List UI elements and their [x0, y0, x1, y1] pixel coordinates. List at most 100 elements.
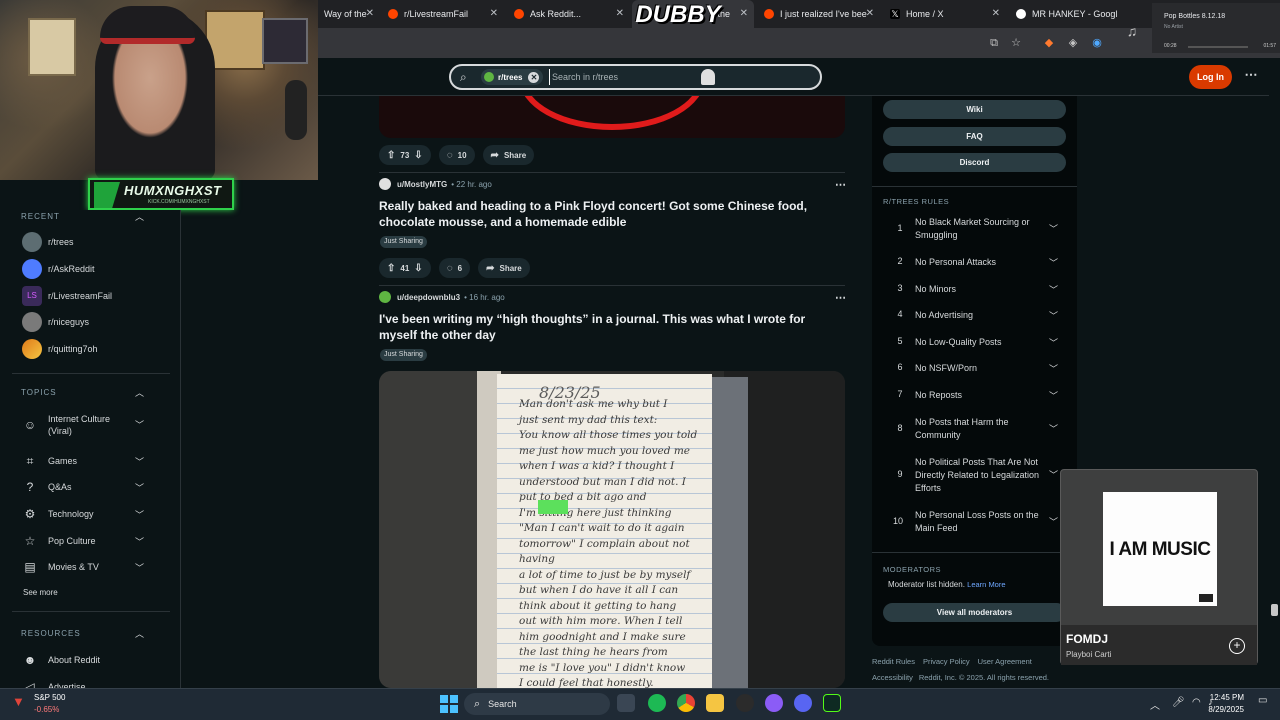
sidebar-item-movies-tv[interactable]: ▤ Movies & TV ﹀ [22, 559, 172, 575]
chevron-down-icon[interactable]: ﹀ [1049, 336, 1058, 349]
chrome-icon[interactable] [677, 694, 695, 712]
kick-icon[interactable] [823, 694, 841, 712]
view-all-moderators-button[interactable]: View all moderators [883, 603, 1066, 622]
install-app-icon[interactable]: ⧉ [987, 36, 1001, 50]
upvote-icon[interactable]: ⇧ [387, 150, 395, 161]
sidebar-item-pop-culture[interactable]: ☆ Pop Culture ﹀ [22, 533, 172, 549]
chevron-down-icon[interactable]: ﹀ [135, 481, 144, 494]
post-image[interactable] [379, 96, 845, 138]
sidebar-item-about-reddit[interactable]: ☻ About Reddit [22, 652, 172, 668]
chevron-up-icon[interactable]: ︿ [135, 627, 145, 640]
resources-section-header[interactable]: RESOURCES ︿ [21, 629, 144, 639]
comments-button[interactable]: ◌ 6 [438, 258, 471, 278]
user-avatar[interactable] [379, 178, 391, 190]
scrollbar[interactable] [1269, 58, 1280, 688]
chevron-down-icon[interactable]: ﹀ [1049, 222, 1058, 235]
footer-link[interactable]: Reddit Rules [872, 657, 915, 666]
close-icon[interactable]: ✕ [616, 8, 624, 19]
sidebar-item-quitting7oh[interactable]: r/quitting7oh [22, 339, 172, 359]
chevron-down-icon[interactable]: ﹀ [1049, 468, 1058, 481]
community-chip[interactable]: r/trees ✕ [481, 69, 544, 85]
post-author[interactable]: u/deepdownblu3 [397, 293, 460, 302]
post-title[interactable]: I've been writing my “high thoughts” in … [379, 311, 839, 343]
comments-button[interactable]: ◌ 10 [438, 145, 475, 165]
learn-more-link[interactable]: Learn More [967, 580, 1005, 589]
topics-section-header[interactable]: TOPICS ︿ [21, 388, 144, 398]
chevron-down-icon[interactable]: ﹀ [1049, 283, 1058, 296]
scrollbar-thumb[interactable] [1271, 604, 1278, 616]
upvote-icon[interactable]: ⇧ [387, 263, 395, 274]
rule-item[interactable]: 8 No Posts that Harm the Community ﹀ [883, 416, 1063, 444]
stock-widget[interactable]: ▼ S&P 500 -0.65% [8, 690, 88, 718]
post-image[interactable]: 8/23/25 Man don't ask me why but I just … [379, 371, 845, 688]
post-flair[interactable]: Just Sharing [380, 236, 427, 248]
file-explorer-icon[interactable] [617, 694, 635, 712]
sidebar-item-niceguys[interactable]: r/niceguys [22, 312, 172, 332]
footer-link[interactable]: User Agreement [978, 657, 1032, 666]
extension-icon[interactable]: ◈ [1066, 36, 1080, 50]
sidebar-item-livestreamfail[interactable]: LS r/LivestreamFail [22, 286, 172, 306]
chevron-up-icon[interactable]: ︿ [135, 386, 145, 399]
chevron-down-icon[interactable]: ﹀ [135, 419, 144, 431]
search-input[interactable] [549, 69, 699, 85]
taskbar-search[interactable]: ⌕ Search [464, 693, 610, 715]
chevron-down-icon[interactable]: ﹀ [135, 535, 144, 548]
post-flair[interactable]: Just Sharing [380, 349, 427, 361]
chevron-down-icon[interactable]: ﹀ [1049, 309, 1058, 322]
microphone-icon[interactable]: 🎤︎ [1172, 697, 1185, 708]
sidebar-item-qas[interactable]: ? Q&As ﹀ [22, 479, 172, 495]
bookmark-star-icon[interactable]: ☆ [1009, 36, 1023, 50]
login-button[interactable]: Log In [1189, 65, 1232, 89]
chevron-down-icon[interactable]: ﹀ [135, 561, 144, 574]
rule-item[interactable]: 2 No Personal Attacks ﹀ [883, 256, 1063, 270]
media-control-icon[interactable]: ♫ [1125, 24, 1139, 38]
rule-item[interactable]: 10 No Personal Loss Posts on the Main Fe… [883, 509, 1063, 537]
add-to-library-icon[interactable]: + [1229, 638, 1245, 654]
search-bar[interactable]: ⌕ r/trees ✕ [449, 64, 822, 90]
chevron-up-icon[interactable]: ︿ [135, 210, 145, 223]
downvote-icon[interactable]: ⇩ [414, 263, 422, 274]
browser-tab[interactable]: Ask Reddit... ✕ [508, 0, 630, 28]
rule-item[interactable]: 7 No Reposts ﹀ [883, 389, 1063, 403]
rule-item[interactable]: 5 No Low-Quality Posts ﹀ [883, 336, 1063, 350]
extension-icon[interactable]: ◆ [1042, 36, 1056, 50]
windows-start-icon[interactable] [440, 695, 458, 713]
media-popup[interactable]: Pop Bottles 8.12.18 No Artist 00:28 01:5… [1152, 3, 1280, 53]
post-menu-icon[interactable]: ⋯ [835, 291, 846, 304]
obs-icon[interactable] [736, 694, 754, 712]
chevron-down-icon[interactable]: ﹀ [1049, 389, 1058, 402]
extension-icon[interactable]: ◉ [1090, 36, 1104, 50]
taskbar-clock[interactable]: 12:45 PM 8/29/2025 [1198, 692, 1244, 716]
chevron-down-icon[interactable]: ﹀ [135, 455, 144, 468]
post-title[interactable]: Really baked and heading to a Pink Floyd… [379, 198, 839, 230]
user-avatar[interactable] [379, 291, 391, 303]
media-progress-bar[interactable] [1188, 46, 1248, 48]
chevron-down-icon[interactable]: ﹀ [1049, 422, 1058, 435]
share-button[interactable]: ➦ Share [482, 145, 535, 165]
chevron-down-icon[interactable]: ﹀ [1049, 362, 1058, 375]
rule-item[interactable]: 6 No NSFW/Porn ﹀ [883, 362, 1063, 376]
close-icon[interactable]: ✕ [992, 8, 1000, 19]
post-menu-icon[interactable]: ⋯ [835, 178, 846, 191]
browser-tab[interactable]: Way of the ✕ [318, 0, 380, 28]
sidebar-item-askreddit[interactable]: r/AskReddit [22, 259, 172, 279]
browser-tab[interactable]: r/LivestreamFail ✕ [382, 0, 504, 28]
browser-tab[interactable]: MR HANKEY - Googl [1010, 0, 1132, 28]
close-icon[interactable]: ✕ [866, 8, 874, 19]
downvote-icon[interactable]: ⇩ [414, 150, 422, 161]
discord-icon[interactable] [794, 694, 812, 712]
rule-item[interactable]: 3 No Minors ﹀ [883, 283, 1063, 297]
faq-button[interactable]: FAQ [883, 127, 1066, 146]
clear-chip-icon[interactable]: ✕ [528, 71, 540, 83]
rule-item[interactable]: 4 No Advertising ﹀ [883, 309, 1063, 323]
rule-item[interactable]: 1 No Black Market Sourcing or Smuggling … [883, 216, 1063, 244]
chevron-down-icon[interactable]: ﹀ [1049, 256, 1058, 269]
app-icon[interactable] [765, 694, 783, 712]
wiki-button[interactable]: Wiki [883, 100, 1066, 119]
footer-link[interactable]: Privacy Policy [923, 657, 970, 666]
browser-tab[interactable]: 𝕏 Home / X ✕ [884, 0, 1006, 28]
spotify-icon[interactable] [648, 694, 666, 712]
more-options-icon[interactable]: ⋯ [1243, 68, 1259, 84]
share-button[interactable]: ➦ Share [478, 258, 530, 278]
folder-icon[interactable] [706, 694, 724, 712]
